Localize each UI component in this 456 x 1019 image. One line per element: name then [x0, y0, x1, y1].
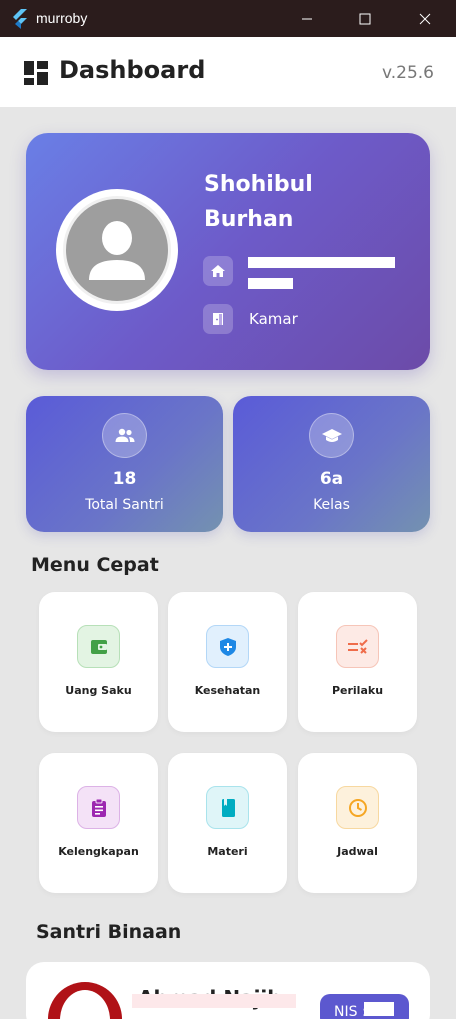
room-label: Kamar [249, 310, 298, 328]
checklist-icon [336, 625, 379, 668]
maximize-button[interactable] [336, 0, 394, 37]
user-placeholder-icon [89, 221, 145, 280]
nis-label: NIS : [334, 1004, 367, 1019]
stat-value: 6a [319, 469, 344, 489]
window-titlebar: murroby [0, 0, 456, 37]
group-icon [102, 413, 147, 458]
stat-card-total-santri[interactable]: 18 Total Santri [26, 396, 223, 532]
menu-item-label: Materi [207, 845, 248, 858]
home-icon [203, 256, 233, 286]
close-icon [419, 13, 431, 24]
menu-item-materi[interactable]: Materi [168, 753, 287, 893]
santri-avatar [48, 982, 122, 1019]
menu-item-kelengkapan[interactable]: Kelengkapan [39, 753, 158, 893]
menu-item-label: Perilaku [331, 684, 384, 697]
profile-card[interactable]: Shohibul Burhan Kamar [26, 133, 430, 370]
redaction-bar [248, 257, 395, 268]
shield-plus-icon [206, 625, 249, 668]
menu-item-perilaku[interactable]: Perilaku [298, 592, 417, 732]
page-title: Dashboard [59, 56, 206, 84]
minimize-button[interactable] [278, 0, 336, 37]
profile-name: Shohibul Burhan [204, 172, 313, 232]
door-icon [203, 304, 233, 334]
menu-item-uang-saku[interactable]: Uang Saku [39, 592, 158, 732]
menu-item-label: Kesehatan [194, 684, 261, 697]
window-title: murroby [36, 10, 88, 26]
section-title-menu-cepat: Menu Cepat [31, 554, 159, 576]
wallet-icon [77, 625, 120, 668]
address-row [203, 256, 249, 286]
redaction-bar [364, 1002, 394, 1016]
dashboard-icon [24, 61, 48, 85]
menu-item-label: Kelengkapan [58, 845, 139, 858]
graduation-cap-icon [309, 413, 354, 458]
room-row: Kamar [203, 304, 298, 334]
minimize-icon [302, 18, 312, 19]
maximize-icon [359, 13, 371, 24]
clock-icon [336, 786, 379, 829]
stat-card-kelas[interactable]: 6a Kelas [233, 396, 430, 532]
santri-card[interactable]: Ahmad Najib NIS : [26, 962, 430, 1019]
redaction-bar [132, 994, 296, 1008]
clipboard-icon [77, 786, 120, 829]
avatar [56, 189, 178, 311]
stat-value: 18 [112, 469, 137, 489]
stat-label: Total Santri [85, 497, 164, 513]
nis-badge: NIS : [320, 994, 409, 1019]
version-label: v.25.6 [382, 63, 434, 83]
menu-item-jadwal[interactable]: Jadwal [298, 753, 417, 893]
section-title-santri-binaan: Santri Binaan [36, 921, 182, 943]
close-button[interactable] [396, 0, 454, 37]
app-header: Dashboard v.25.6 [0, 37, 456, 107]
stat-label: Kelas [313, 497, 350, 513]
book-icon [206, 786, 249, 829]
flutter-logo-icon [13, 9, 27, 29]
menu-item-kesehatan[interactable]: Kesehatan [168, 592, 287, 732]
menu-item-label: Jadwal [337, 845, 378, 858]
redaction-bar [248, 278, 293, 289]
menu-item-label: Uang Saku [65, 684, 132, 697]
